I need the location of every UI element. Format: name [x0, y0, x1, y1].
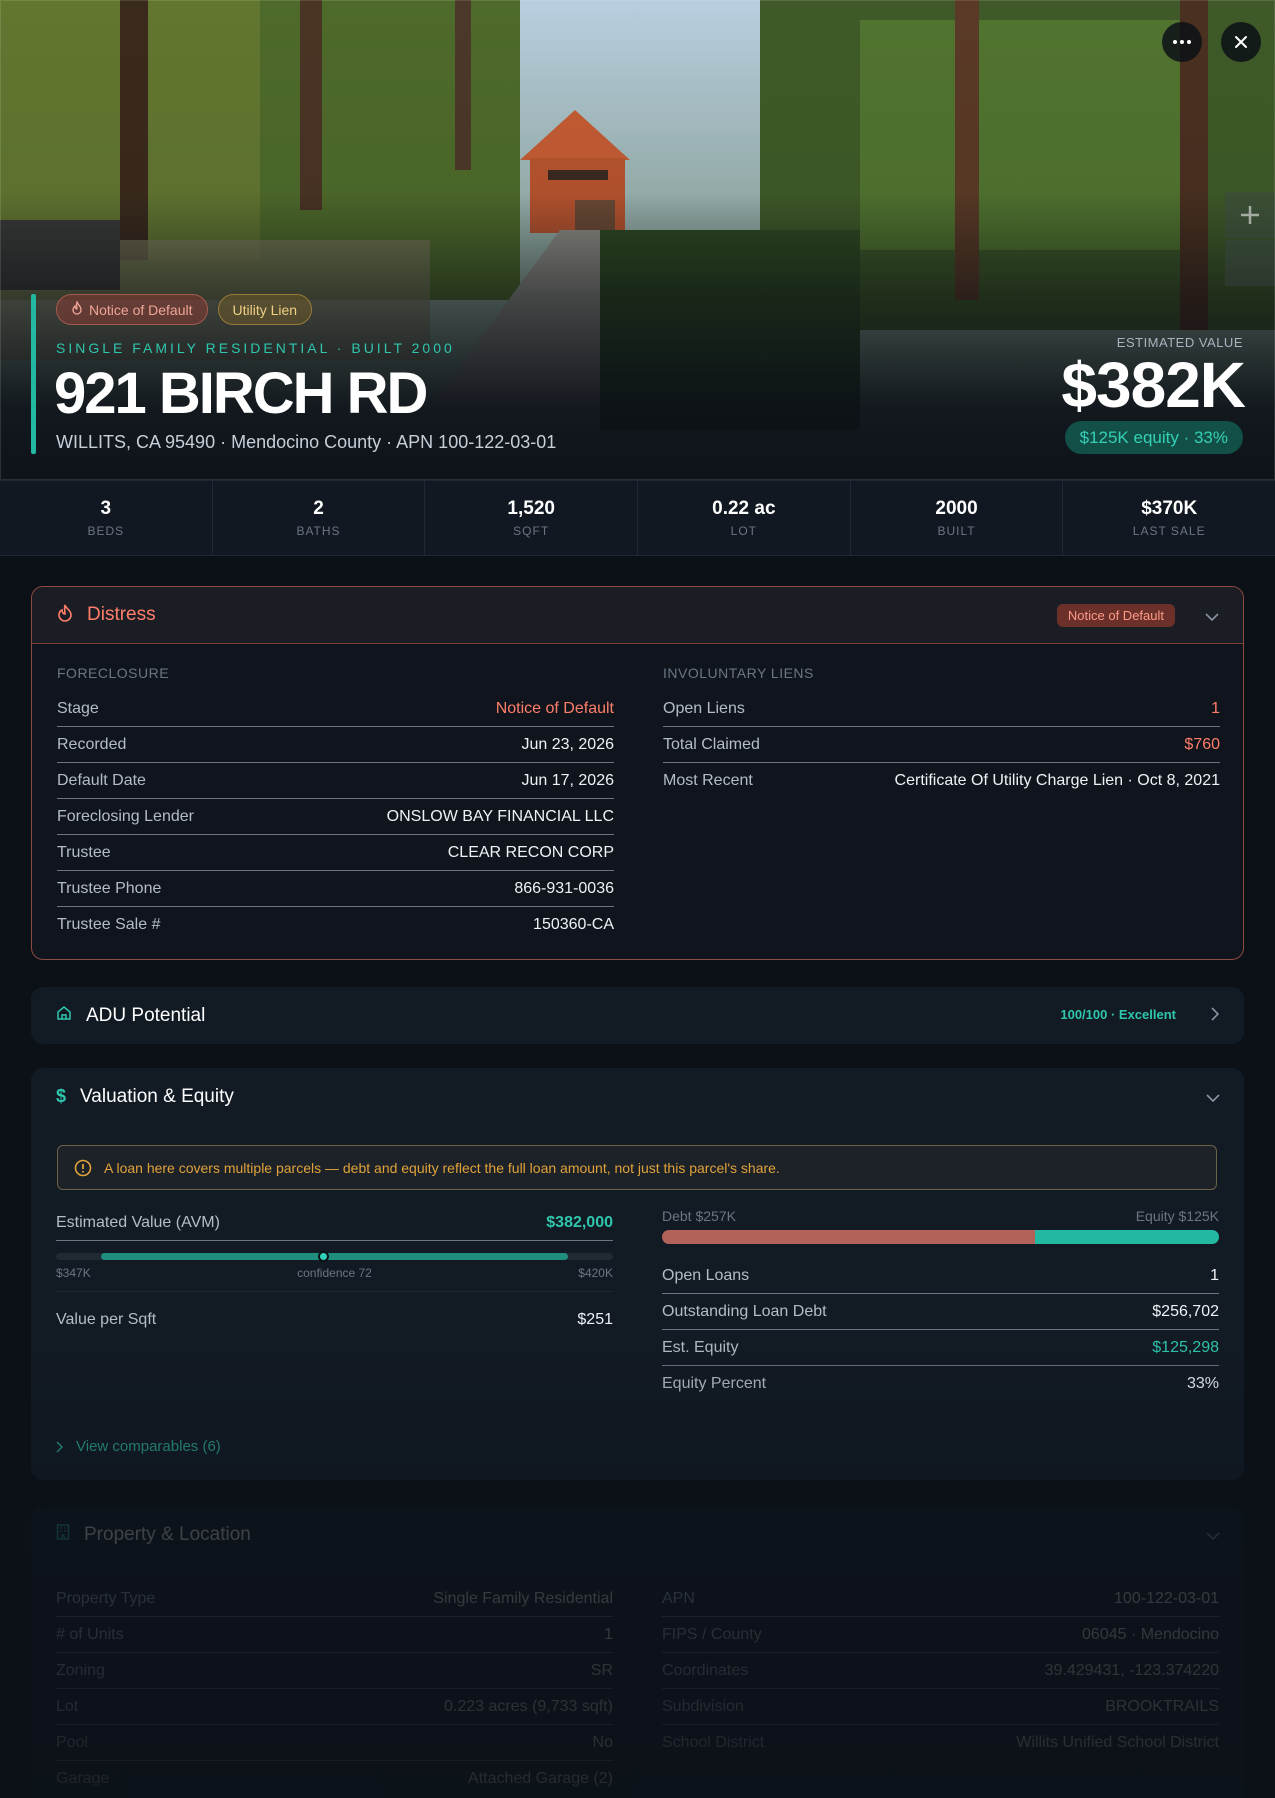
kv-row: Open Loans 1 [662, 1258, 1219, 1294]
avm-range-fill [100, 1253, 569, 1260]
flame-icon [57, 604, 73, 627]
kv-row: Subdivision BROOKTRAILS [662, 1689, 1219, 1725]
kv-row: Lot 0.223 acres (9,733 sqft) [56, 1689, 613, 1725]
avm-range-labels: $347K confidence 72 $420K [56, 1266, 613, 1280]
chevron-down-icon[interactable] [1206, 1090, 1220, 1108]
flame-icon [71, 299, 83, 318]
stat-lot: 0.22 ac LOT [638, 481, 851, 555]
kv-row: Coordinates 39.429431, -123.374220 [662, 1653, 1219, 1689]
plus-icon [1241, 206, 1259, 224]
notice-of-default-badge: Notice of Default [56, 294, 208, 325]
stat-sqft: 1,520 SQFT [425, 481, 639, 555]
kv-row: Trustee Phone 866-931-0036 [57, 871, 614, 907]
property-title: Property & Location [84, 1523, 251, 1545]
kv-row: Trustee CLEAR RECON CORP [57, 835, 614, 871]
more-options-button[interactable] [1162, 22, 1202, 62]
property-header[interactable]: Property & Location [31, 1506, 1244, 1563]
view-comparables-link[interactable]: View comparables (6) [56, 1438, 221, 1455]
liens-section: INVOLUNTARY LIENS Open Liens 1 Total Clai… [663, 665, 1220, 799]
distress-header[interactable]: Distress Notice of Default [32, 587, 1243, 644]
location-details: APN 100-122-03-01 FIPS / County 06045 · Me… [662, 1581, 1219, 1761]
avm-estimate-marker [318, 1251, 330, 1262]
kv-row: Est. Equity $125,298 [662, 1330, 1219, 1366]
utility-lien-badge: Utility Lien [217, 294, 313, 325]
adu-title: ADU Potential [86, 1004, 206, 1026]
page-title: 921 BIRCH RD [54, 361, 428, 426]
kv-row: Recorded Jun 23, 2026 [57, 727, 614, 763]
kv-row: Most Recent Certificate Of Utility Charge… [663, 772, 1220, 789]
close-icon [1235, 36, 1247, 48]
zoom-in-button[interactable] [1225, 192, 1275, 238]
kv-row: School District Willits Unified School Di… [662, 1734, 1219, 1751]
kv-row: Open Liens 1 [663, 691, 1220, 727]
home-icon [56, 1005, 72, 1026]
kv-row: Pool No [56, 1725, 613, 1761]
distress-card: Distress Notice of Default FORECLOSURE S… [31, 586, 1244, 960]
stats-strip: 3 BEDS 2 BATHS 1,520 SQFT 0.22 ac LOT 2000 BU… [0, 480, 1275, 556]
estimated-value: $382K [1061, 349, 1246, 421]
kv-row: Total Claimed $760 [663, 727, 1220, 763]
valuation-title: Valuation & Equity [80, 1085, 234, 1107]
debt-segment [662, 1230, 1036, 1244]
dollar-icon: $ [56, 1086, 67, 1106]
distress-status-badge: Notice of Default [1056, 604, 1175, 627]
equity-section: Debt $257K Equity $125K Open Loans 1 Outs… [662, 1208, 1219, 1402]
adu-card[interactable]: ADU Potential 100/100 · Excellent [31, 987, 1244, 1044]
foreclosure-heading: FORECLOSURE [57, 665, 170, 681]
kv-row: Property Type Single Family Residential [56, 1581, 613, 1617]
hero-accent-bar [31, 294, 36, 454]
kv-row: Equity Percent 33% [662, 1375, 1219, 1392]
address-subline: WILLITS, CA 95490 · Mendocino County · A… [56, 432, 557, 452]
hero: Notice of Default Utility Lien SINGLE FA… [0, 0, 1275, 480]
equity-badge: $125K equity · 33% [1064, 421, 1243, 454]
stat-built: 2000 BUILT [851, 481, 1064, 555]
property-details: Property Type Single Family Residential #… [56, 1581, 613, 1797]
valuation-header[interactable]: $ Valuation & Equity [31, 1068, 1244, 1125]
kv-row: Foreclosing Lender ONSLOW BAY FINANCIAL L… [57, 799, 614, 835]
kv-row: APN 100-122-03-01 [662, 1581, 1219, 1617]
equity-segment [1035, 1230, 1219, 1244]
chevron-right-icon[interactable] [1211, 1007, 1220, 1026]
hero-badges: Notice of Default Utility Lien [56, 294, 313, 325]
chevron-down-icon[interactable] [1206, 1528, 1220, 1546]
avm-row: Estimated Value (AVM) $382,000 [56, 1205, 613, 1241]
adu-score-badge: 100/100 · Excellent [1060, 1007, 1176, 1022]
kv-row: FIPS / County 06045 · Mendocino [662, 1617, 1219, 1653]
valuation-card: $ Valuation & Equity A loan here covers … [31, 1068, 1244, 1480]
warning-icon [74, 1159, 92, 1176]
kv-row: Outstanding Loan Debt $256,702 [662, 1294, 1219, 1330]
multi-parcel-warning: A loan here covers multiple parcels — de… [57, 1145, 1217, 1190]
liens-heading: INVOLUNTARY LIENS [663, 665, 814, 681]
equity-label: Equity $125K [1135, 1208, 1219, 1224]
kv-row: # of Units 1 [56, 1617, 613, 1653]
more-icon [1173, 40, 1191, 44]
debt-equity-bar [662, 1230, 1219, 1244]
kv-row: Zoning SR [56, 1653, 613, 1689]
zoom-out-button[interactable] [1225, 240, 1275, 286]
building-icon [56, 1524, 70, 1545]
stat-last-sale: $370K LAST SALE [1132, 498, 1206, 538]
foreclosure-section: FORECLOSURE Stage Notice of Default Recor… [57, 665, 614, 943]
stat-beds: 3 BEDS [0, 481, 213, 555]
property-location-card: Property & Location Property Type Single … [31, 1506, 1244, 1798]
avm-range-bar [56, 1251, 613, 1262]
kv-row: Default Date Jun 17, 2026 [57, 763, 614, 799]
kv-row: Trustee Sale #150360-CA [57, 916, 614, 933]
debt-label: Debt $257K [662, 1208, 736, 1224]
chevron-right-icon [56, 1440, 64, 1453]
property-type-line: SINGLE FAMILY RESIDENTIAL · BUILT 2000 [56, 340, 455, 356]
value-per-sqft-row: Value per Sqft $251 [56, 1311, 613, 1328]
avm-section: Estimated Value (AVM) $382,000 $347K con… [56, 1205, 613, 1338]
stat-baths: 2 BATHS [213, 481, 426, 555]
close-button[interactable] [1221, 22, 1261, 62]
kv-row: Garage Attached Garage (2) [56, 1770, 613, 1787]
distress-title: Distress [87, 604, 156, 625]
kv-row: Stage Notice of Default [57, 691, 614, 727]
chevron-down-icon[interactable] [1205, 609, 1219, 627]
